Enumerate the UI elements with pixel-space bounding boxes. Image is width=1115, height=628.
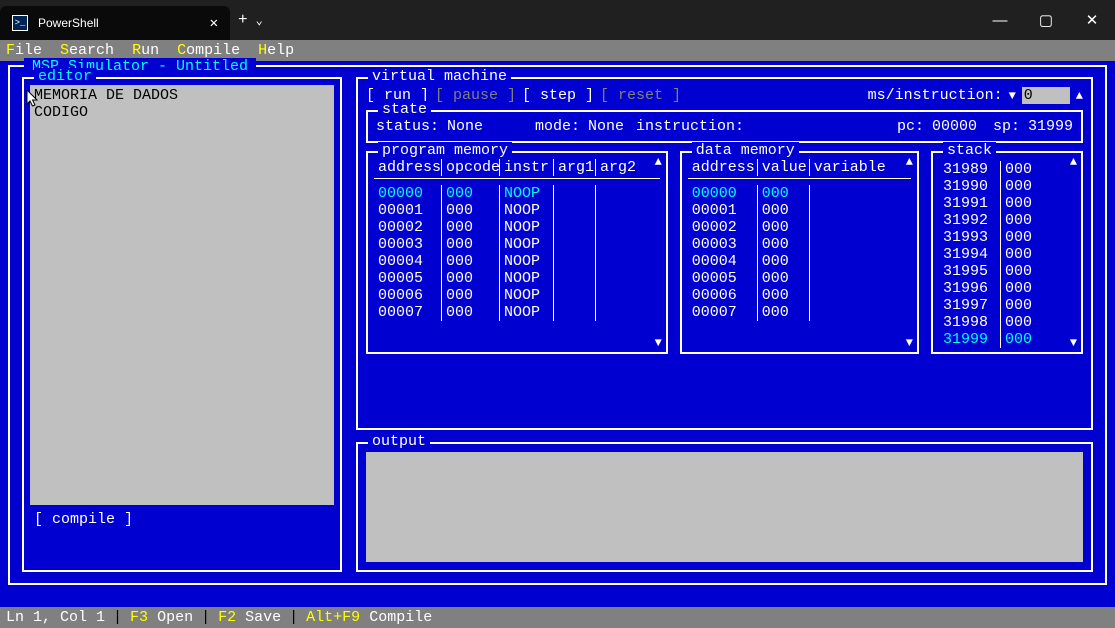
table-row[interactable]: 00006000 [688,287,911,304]
close-window-button[interactable]: ✕ [1069,0,1115,40]
status-label: status: [376,118,439,135]
table-row[interactable]: 00005000 [688,270,911,287]
state-panel: state status: None mode: None instructio… [366,110,1083,143]
table-row[interactable]: 31996000 [939,280,1075,297]
table-row[interactable]: 00001000 [688,202,911,219]
data-memory-panel: data memory ▲ address value variable 000… [680,151,919,354]
table-row[interactable]: 31999000 [939,331,1075,348]
table-row[interactable]: 31992000 [939,212,1075,229]
sp-label: sp: [993,118,1020,135]
table-row[interactable]: 00002000 [688,219,911,236]
table-row[interactable]: 31995000 [939,263,1075,280]
f2-key: F2 [218,609,236,626]
altf9-label: Compile [369,609,432,626]
minimize-button[interactable]: — [977,0,1023,40]
vm-panel: virtual machine [ run ] [ pause ] [ step… [356,77,1093,430]
dm-scroll-down-icon[interactable]: ▼ [906,336,913,350]
dm-title: data memory [692,142,799,159]
vm-title: virtual machine [368,68,511,85]
speed-value[interactable]: 0 [1022,87,1070,104]
terminal-tab[interactable]: >_ PowerShell ✕ [0,6,230,40]
table-row[interactable]: 31990000 [939,178,1075,195]
menu-search[interactable]: Search [60,42,114,59]
instr-label: instruction: [636,118,746,135]
window-controls: — ▢ ✕ [977,0,1115,40]
pm-scroll-up-icon[interactable]: ▲ [655,155,662,169]
status-value: None [447,118,527,135]
pause-button[interactable]: [ pause ] [435,87,516,104]
pm-h-instr: instr [500,159,554,176]
close-tab-icon[interactable]: ✕ [210,15,218,32]
speed-up-icon[interactable]: ▲ [1076,89,1083,103]
altf9-key: Alt+F9 [306,609,360,626]
reset-button[interactable]: [ reset ] [600,87,681,104]
table-row[interactable]: 00005000NOOP [374,270,660,287]
table-row[interactable]: 00003000 [688,236,911,253]
stack-title: stack [943,142,996,159]
editor-panel: editor MEMORIA DE DADOS CODIGO [ compile… [22,77,342,572]
table-row[interactable]: 31989000 [939,161,1075,178]
table-row[interactable]: 00000000NOOP [374,185,660,202]
cursor-position: Ln 1, Col 1 [6,609,105,626]
pm-title: program memory [378,142,512,159]
output-textarea[interactable] [366,452,1083,562]
table-row[interactable]: 00006000NOOP [374,287,660,304]
dm-scroll-up-icon[interactable]: ▲ [906,155,913,169]
editor-title: editor [34,68,96,85]
tab-title: PowerShell [38,16,200,30]
f3-label: Open [157,609,193,626]
table-row[interactable]: 31998000 [939,314,1075,331]
table-row[interactable]: 31994000 [939,246,1075,263]
powershell-icon: >_ [12,15,28,31]
tab-dropdown-icon[interactable]: ⌄ [256,13,263,28]
menu-compile[interactable]: Compile [177,42,240,59]
table-row[interactable]: 00000000 [688,185,911,202]
pm-h-arg2: arg2 [596,159,638,176]
table-row[interactable]: 00003000NOOP [374,236,660,253]
pm-h-address: address [374,159,442,176]
speed-down-icon[interactable]: ▼ [1009,89,1016,103]
speed-label: ms/instruction: [868,87,1003,104]
menu-help[interactable]: Help [258,42,294,59]
stack-scroll-down-icon[interactable]: ▼ [1070,336,1077,350]
output-title: output [368,433,430,450]
stack-panel: stack ▲ 31989000319900003199100031992000… [931,151,1083,354]
sp-value: 31999 [1028,118,1073,135]
step-button[interactable]: [ step ] [522,87,594,104]
dm-h-value: value [758,159,810,176]
table-row[interactable]: 31997000 [939,297,1075,314]
table-row[interactable]: 00007000 [688,304,911,321]
pm-h-arg1: arg1 [554,159,596,176]
menu-file[interactable]: File [6,42,42,59]
stack-scroll-up-icon[interactable]: ▲ [1070,155,1077,169]
menu-run[interactable]: Run [132,42,159,59]
app-root: File Search Run Compile Help MSP Simulat… [0,40,1115,628]
state-title: state [378,101,431,118]
table-row[interactable]: 00007000NOOP [374,304,660,321]
output-panel: output [356,442,1093,572]
mode-label: mode: [535,118,580,135]
mode-value: None [588,118,628,135]
f2-label: Save [245,609,281,626]
table-row[interactable]: 31993000 [939,229,1075,246]
status-bar: Ln 1, Col 1 | F3 Open | F2 Save | Alt+F9… [0,607,1115,628]
editor-textarea[interactable]: MEMORIA DE DADOS CODIGO [30,85,334,505]
pm-h-opcode: opcode [442,159,500,176]
pc-value: 00000 [932,118,977,135]
new-tab-button[interactable]: + [238,11,248,29]
maximize-button[interactable]: ▢ [1023,0,1069,40]
f3-key: F3 [130,609,148,626]
table-row[interactable]: 00001000NOOP [374,202,660,219]
pc-label: pc: [897,118,924,135]
pm-scroll-down-icon[interactable]: ▼ [655,336,662,350]
window-titlebar: >_ PowerShell ✕ + ⌄ — ▢ ✕ [0,0,1115,40]
dm-h-address: address [688,159,758,176]
table-row[interactable]: 00004000NOOP [374,253,660,270]
table-row[interactable]: 31991000 [939,195,1075,212]
program-memory-panel: program memory ▲ address opcode instr ar… [366,151,668,354]
table-row[interactable]: 00002000NOOP [374,219,660,236]
dm-h-variable: variable [810,159,888,176]
table-row[interactable]: 00004000 [688,253,911,270]
compile-button[interactable]: [ compile ] [34,511,330,528]
